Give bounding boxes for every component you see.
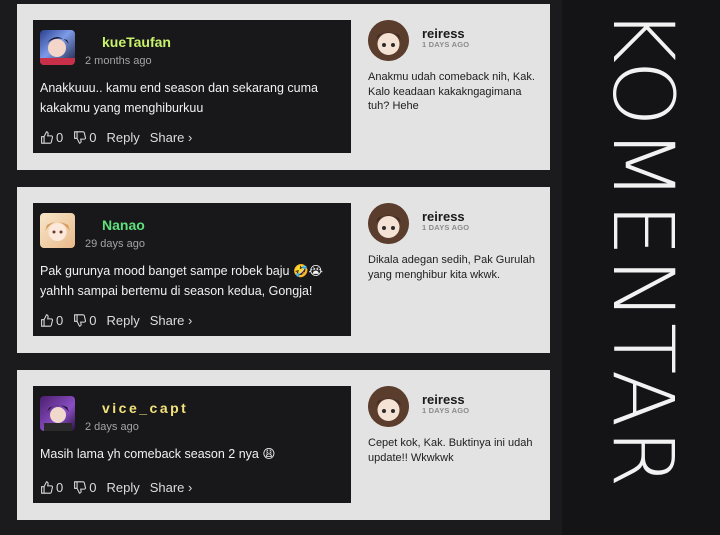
reply-text: Cepet kok, Kak. Buktinya ini udah update… bbox=[368, 437, 533, 464]
reply-username[interactable]: reiress bbox=[422, 392, 465, 407]
reply-button[interactable]: Reply bbox=[106, 313, 139, 328]
thumbs-down-icon bbox=[74, 481, 87, 494]
reply-username[interactable]: reiress bbox=[422, 26, 465, 41]
reply-time: 1 DAYS AGO bbox=[422, 223, 470, 232]
reply-time: 1 DAYS AGO bbox=[422, 406, 470, 415]
dislike-count: 0 bbox=[89, 480, 97, 495]
reply-avatar[interactable] bbox=[368, 386, 409, 427]
comment-actions: 0 0 Reply Share › bbox=[40, 130, 192, 145]
dislike-count: 0 bbox=[89, 130, 97, 145]
share-button[interactable]: Share › bbox=[150, 130, 193, 145]
dislike-button[interactable]: 0 bbox=[73, 130, 96, 145]
side-title: KOMENTAR bbox=[605, 8, 681, 490]
share-button[interactable]: Share › bbox=[150, 313, 193, 328]
reply-text: Dikala adegan sedih, Pak Gurulah yang me… bbox=[368, 254, 535, 281]
like-count: 0 bbox=[56, 480, 64, 495]
comment: Nanao 29 days ago Pak gurunya mood bange… bbox=[33, 203, 351, 336]
reply-button[interactable]: Reply bbox=[106, 480, 139, 495]
comment-actions: 0 0 Reply Share › bbox=[40, 313, 192, 328]
thumbs-up-icon bbox=[41, 131, 53, 144]
like-button[interactable]: 0 bbox=[40, 130, 63, 145]
thumbs-down-icon bbox=[74, 131, 87, 144]
like-button[interactable]: 0 bbox=[40, 313, 63, 328]
comment-card: kueTaufan 2 months ago Anakkuuu.. kamu e… bbox=[17, 4, 550, 170]
comment-text: Pak gurunya mood banget sampe robek baju… bbox=[40, 264, 324, 298]
dislike-button[interactable]: 0 bbox=[73, 313, 96, 328]
comment: kueTaufan 2 months ago Anakkuuu.. kamu e… bbox=[33, 20, 351, 153]
comment-actions: 0 0 Reply Share › bbox=[40, 480, 192, 495]
comment: vice_capt 2 days ago Masih lama yh comeb… bbox=[33, 386, 351, 503]
comment-username[interactable]: kueTaufan bbox=[102, 34, 171, 50]
comment-text: Anakkuuu.. kamu end season dan sekarang … bbox=[40, 81, 318, 115]
like-button[interactable]: 0 bbox=[40, 480, 63, 495]
comment-time: 29 days ago bbox=[85, 238, 145, 250]
comment-time: 2 months ago bbox=[85, 55, 152, 67]
like-count: 0 bbox=[56, 130, 64, 145]
comment-card: vice_capt 2 days ago Masih lama yh comeb… bbox=[17, 370, 550, 520]
reply-time: 1 DAYS AGO bbox=[422, 40, 470, 49]
avatar[interactable] bbox=[40, 213, 75, 248]
avatar[interactable] bbox=[40, 396, 75, 431]
reply-username[interactable]: reiress bbox=[422, 209, 465, 224]
reply-avatar[interactable] bbox=[368, 20, 409, 61]
reply-button[interactable]: Reply bbox=[106, 130, 139, 145]
comment-username[interactable]: Nanao bbox=[102, 217, 145, 233]
dislike-button[interactable]: 0 bbox=[73, 480, 96, 495]
comment-username[interactable]: vice_capt bbox=[102, 400, 188, 416]
share-button[interactable]: Share › bbox=[150, 480, 193, 495]
comment-text: Masih lama yh comeback season 2 nya 😩 bbox=[40, 447, 276, 461]
thumbs-up-icon bbox=[41, 481, 53, 494]
reply-text: Anakmu udah comeback nih, Kak. Kalo kead… bbox=[368, 71, 535, 112]
comment-card: Nanao 29 days ago Pak gurunya mood bange… bbox=[17, 187, 550, 353]
dislike-count: 0 bbox=[89, 313, 97, 328]
reply-avatar[interactable] bbox=[368, 203, 409, 244]
thumbs-up-icon bbox=[41, 314, 53, 327]
like-count: 0 bbox=[56, 313, 64, 328]
thumbs-down-icon bbox=[74, 314, 87, 327]
comment-time: 2 days ago bbox=[85, 421, 139, 433]
avatar[interactable] bbox=[40, 30, 75, 65]
